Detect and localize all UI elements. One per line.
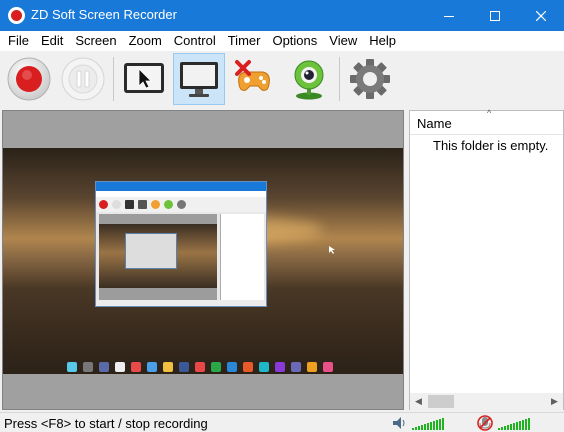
name-column-label: Name bbox=[417, 116, 452, 131]
speaker-volume-meter bbox=[412, 418, 444, 430]
toolbar-separator bbox=[339, 57, 340, 101]
menu-help[interactable]: Help bbox=[363, 31, 402, 51]
full-screen-button[interactable] bbox=[173, 53, 225, 105]
microphone-volume-meter bbox=[498, 418, 530, 430]
menu-control[interactable]: Control bbox=[168, 31, 222, 51]
nested-recorder-window bbox=[95, 181, 267, 307]
menu-view[interactable]: View bbox=[323, 31, 363, 51]
settings-button[interactable] bbox=[344, 53, 396, 105]
sort-caret-icon: ^ bbox=[487, 108, 492, 118]
close-button[interactable] bbox=[518, 0, 564, 31]
maximize-button[interactable] bbox=[472, 0, 518, 31]
desktop-capture-preview bbox=[3, 148, 403, 374]
scroll-left-icon[interactable]: ◀ bbox=[410, 393, 427, 410]
gamepad-icon bbox=[235, 60, 270, 91]
scrollbar-thumb[interactable] bbox=[428, 395, 454, 408]
toolbar-separator bbox=[113, 57, 114, 101]
toolbar bbox=[0, 51, 564, 109]
scroll-right-icon[interactable]: ▶ bbox=[546, 393, 563, 410]
select-region-button[interactable] bbox=[118, 53, 170, 105]
mouse-cursor-icon bbox=[329, 246, 335, 254]
menu-screen[interactable]: Screen bbox=[69, 31, 122, 51]
menu-options[interactable]: Options bbox=[266, 31, 323, 51]
window-title: ZD Soft Screen Recorder bbox=[31, 7, 177, 22]
record-button[interactable] bbox=[3, 53, 55, 105]
minimize-button[interactable] bbox=[426, 0, 472, 31]
app-record-icon bbox=[8, 7, 25, 24]
dock-app-icon bbox=[291, 362, 301, 372]
dock-app-icon bbox=[67, 362, 77, 372]
menu-edit[interactable]: Edit bbox=[35, 31, 69, 51]
dock-app-icon bbox=[195, 362, 205, 372]
dock-app-icon bbox=[259, 362, 269, 372]
dock-app-icon bbox=[307, 362, 317, 372]
pause-button[interactable] bbox=[57, 53, 109, 105]
dock-app-icon bbox=[179, 362, 189, 372]
dock-app-icon bbox=[147, 362, 157, 372]
dock-app-icon bbox=[115, 362, 125, 372]
dock-app-icon bbox=[99, 362, 109, 372]
microphone-muted-icon[interactable] bbox=[477, 415, 493, 431]
menu-file[interactable]: File bbox=[2, 31, 35, 51]
pause-icon bbox=[61, 57, 105, 101]
dock-app-icon bbox=[131, 362, 141, 372]
record-icon bbox=[7, 57, 51, 101]
game-mode-button[interactable] bbox=[228, 53, 280, 105]
gear-icon bbox=[350, 59, 390, 99]
horizontal-scrollbar[interactable]: ◀ ▶ bbox=[410, 393, 563, 410]
screen-preview[interactable] bbox=[2, 110, 404, 410]
cursor-region-icon bbox=[124, 63, 164, 93]
status-bar: Press <F8> to start / stop recording bbox=[0, 412, 564, 432]
name-column-header[interactable]: ^ Name bbox=[410, 108, 563, 135]
monitor-icon bbox=[180, 62, 218, 97]
dock-app-icon bbox=[227, 362, 237, 372]
title-bar[interactable]: ZD Soft Screen Recorder bbox=[0, 0, 564, 31]
dock-app-icon bbox=[163, 362, 173, 372]
empty-folder-message: This folder is empty. bbox=[433, 138, 549, 153]
menu-timer[interactable]: Timer bbox=[222, 31, 267, 51]
webcam-icon bbox=[294, 60, 324, 100]
menu-bar: File Edit Screen Zoom Control Timer Opti… bbox=[0, 31, 564, 51]
menu-zoom[interactable]: Zoom bbox=[123, 31, 168, 51]
dock-app-icon bbox=[323, 362, 333, 372]
dock-app-icon bbox=[211, 362, 221, 372]
dock-app-icon bbox=[83, 362, 93, 372]
dock-app-icon bbox=[243, 362, 253, 372]
dock-app-icon bbox=[275, 362, 285, 372]
webcam-button[interactable] bbox=[283, 53, 335, 105]
speaker-icon[interactable] bbox=[391, 415, 407, 431]
status-text: Press <F8> to start / stop recording bbox=[4, 416, 208, 431]
file-list-panel[interactable]: ^ Name This folder is empty. ◀ ▶ bbox=[409, 108, 564, 410]
